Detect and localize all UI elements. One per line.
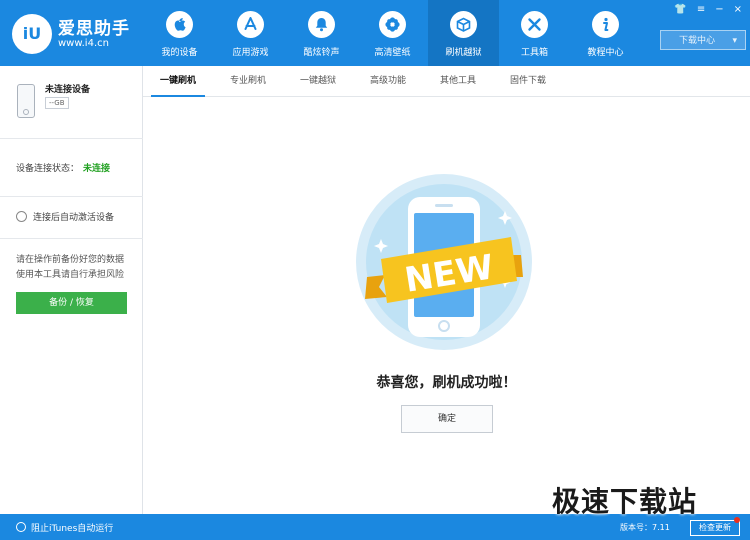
menu-icon[interactable]: ≡ xyxy=(697,4,705,15)
auto-activate-radio[interactable] xyxy=(16,211,27,222)
nav-toolbox[interactable]: 工具箱 xyxy=(499,0,570,66)
auto-activate-option[interactable]: 连接后自动激活设备 xyxy=(16,210,114,223)
minimize-icon[interactable]: − xyxy=(715,4,723,15)
close-icon[interactable]: × xyxy=(734,4,742,15)
box-icon xyxy=(450,11,477,38)
nav-label: 酷炫铃声 xyxy=(303,48,340,58)
brand-url: www.i4.cn xyxy=(58,38,109,49)
nav-label: 我的设备 xyxy=(161,48,198,58)
download-center-label: 下载中心 xyxy=(679,36,716,46)
app-logo: iU xyxy=(12,14,52,54)
device-name: 未连接设备 xyxy=(45,85,91,95)
main-content: NEW 恭喜您，刷机成功啦！ 确定 xyxy=(143,97,750,514)
download-center-button[interactable]: 下载中心 ▾ xyxy=(660,30,746,50)
site-watermark: 极速下载站 xyxy=(552,485,698,518)
update-notification-dot xyxy=(734,517,740,523)
version-label: 版本号：7.11 xyxy=(620,523,670,532)
logo-mark: iU xyxy=(22,24,42,43)
app-store-icon xyxy=(237,11,264,38)
flower-icon xyxy=(379,11,406,38)
nav-label: 工具箱 xyxy=(520,48,548,58)
nav-wallpapers[interactable]: 高清壁纸 xyxy=(357,0,428,66)
check-update-button[interactable]: 检查更新 xyxy=(690,520,740,536)
nav-apps-games[interactable]: 应用游戏 xyxy=(215,0,286,66)
nav-label: 刷机越狱 xyxy=(445,48,482,58)
block-itunes-radio[interactable] xyxy=(16,522,26,532)
tab-one-click-flash[interactable]: 一键刷机 xyxy=(143,66,213,97)
backup-warning-line: 请在操作前备份好您的数据 xyxy=(16,255,125,265)
nav-my-device[interactable]: 我的设备 xyxy=(144,0,215,66)
confirm-button[interactable]: 确定 xyxy=(401,405,493,433)
backup-restore-button[interactable]: 备份 / 恢复 xyxy=(16,292,127,314)
tools-icon xyxy=(521,11,548,38)
sidebar: 未连接设备 --GB 设备连接状态： 未连接 连接后自动激活设备 请在操作前备份好… xyxy=(0,66,143,514)
skin-icon[interactable]: 👕 xyxy=(674,4,686,15)
top-bar: iU 爱思助手 www.i4.cn 我的设备 应用游戏 酷炫铃声 高清壁纸 刷机… xyxy=(0,0,750,66)
success-message: 恭喜您，刷机成功啦！ xyxy=(376,375,517,391)
tab-advanced[interactable]: 高级功能 xyxy=(353,66,423,96)
device-card: 未连接设备 --GB xyxy=(0,66,143,139)
tab-one-click-jailbreak[interactable]: 一键越狱 xyxy=(283,66,353,96)
tab-firmware-download[interactable]: 固件下载 xyxy=(493,66,563,96)
bell-icon xyxy=(308,11,335,38)
connection-status-value: 未连接 xyxy=(83,164,111,174)
main-nav: 我的设备 应用游戏 酷炫铃声 高清壁纸 刷机越狱 工具箱 教程中心 xyxy=(144,0,641,66)
phone-icon xyxy=(17,84,35,118)
sidebar-divider xyxy=(0,238,143,239)
nav-label: 应用游戏 xyxy=(232,48,269,58)
brand-name: 爱思助手 xyxy=(58,19,130,39)
tab-other-tools[interactable]: 其他工具 xyxy=(423,66,493,96)
block-itunes-label: 阻止iTunes自动运行 xyxy=(31,524,114,534)
nav-tutorials[interactable]: 教程中心 xyxy=(570,0,641,66)
device-capacity-badge: --GB xyxy=(45,97,69,109)
nav-flash-jailbreak[interactable]: 刷机越狱 xyxy=(428,0,499,66)
window-controls: 👕 ≡ − × xyxy=(674,4,742,15)
backup-warning-line: 使用本工具请自行承担风险 xyxy=(16,270,125,280)
chevron-down-icon: ▾ xyxy=(732,36,737,46)
nav-label: 高清壁纸 xyxy=(374,48,411,58)
connection-status: 设备连接状态： 未连接 xyxy=(16,161,110,174)
connection-status-label: 设备连接状态： xyxy=(16,164,80,174)
backup-warning: 请在操作前备份好您的数据 使用本工具请自行承担风险 xyxy=(16,253,136,283)
apple-icon xyxy=(166,11,193,38)
sidebar-divider xyxy=(0,196,143,197)
new-phone-illustration: NEW xyxy=(356,174,532,350)
nav-ringtones[interactable]: 酷炫铃声 xyxy=(286,0,357,66)
tab-pro-flash[interactable]: 专业刷机 xyxy=(213,66,283,96)
nav-label: 教程中心 xyxy=(587,48,624,58)
tab-bar: 一键刷机 专业刷机 一键越狱 高级功能 其他工具 固件下载 xyxy=(143,66,750,97)
info-icon xyxy=(592,11,619,38)
auto-activate-label: 连接后自动激活设备 xyxy=(33,213,115,223)
block-itunes-option[interactable]: 阻止iTunes自动运行 xyxy=(16,521,113,534)
